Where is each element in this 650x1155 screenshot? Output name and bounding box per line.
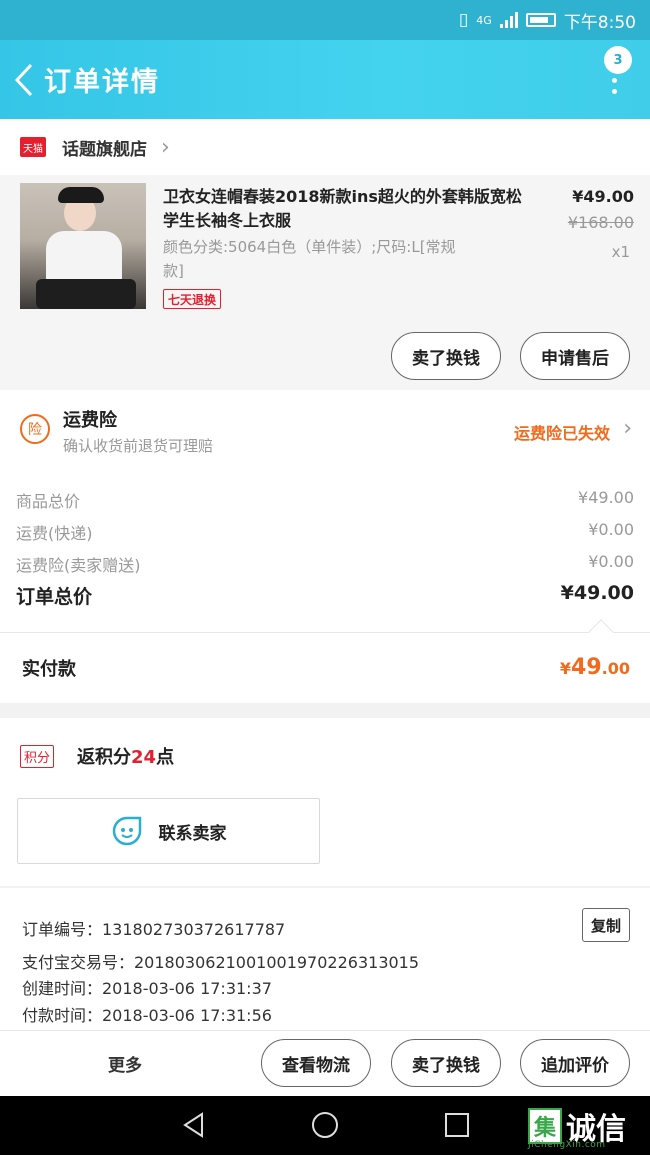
product-quantity: x1 [611, 243, 630, 261]
shop-row[interactable]: 天猫 话题旗舰店 › [0, 119, 650, 175]
notification-badge: 3 [604, 46, 632, 74]
order-number: 订单编号：131802730372617787 [22, 920, 286, 939]
after-sale-button[interactable]: 申请售后 [520, 332, 630, 380]
points-text: 返积分24点 [77, 747, 175, 768]
return-policy-badge: 七天退换 [163, 289, 222, 309]
order-info: 订单编号：131802730372617787 支付宝交易号：201803062… [0, 888, 650, 1030]
contact-seller-label: 联系卖家 [158, 823, 227, 844]
shipping-insurance-row[interactable]: 险 运费险 确认收货前退货可理赔 运费险已失效 › [0, 390, 650, 470]
chevron-right-icon: › [623, 416, 632, 441]
summary-row: 运费(快递) ¥0.00 [16, 520, 634, 543]
alipay-transaction-number: 支付宝交易号：2018030621001001970226313015 [22, 953, 420, 972]
more-dots-icon [612, 78, 618, 100]
more-menu-button[interactable]: 3 [602, 46, 632, 106]
insurance-title: 运费险 [63, 410, 117, 431]
view-logistics-button[interactable]: 查看物流 [261, 1039, 371, 1087]
order-total-row: 订单总价 ¥49.00 [16, 582, 634, 608]
page-title: 订单详情 [44, 67, 160, 98]
bottom-action-bar: 更多 查看物流 卖了换钱 追加评价 [0, 1030, 650, 1096]
paid-amount-row: 实付款 ¥49.00 [0, 619, 650, 703]
watermark-logo: 集 诚信 JiChengXin.com [528, 1102, 646, 1150]
add-review-button[interactable]: 追加评价 [520, 1039, 630, 1087]
created-time: 创建时间：2018-03-06 17:31:37 [22, 979, 272, 998]
chevron-left-icon [14, 63, 33, 96]
product-title: 卫衣女连帽春装2018新款ins超火的外套韩版宽松学生长袖冬上衣服 [163, 187, 522, 230]
home-circle-icon[interactable] [311, 1111, 339, 1139]
sell-exchange-button[interactable]: 卖了换钱 [391, 1039, 501, 1087]
more-button[interactable]: 更多 [108, 1051, 142, 1076]
chat-face-icon [112, 816, 141, 846]
price-summary: 商品总价 ¥49.00 运费(快递) ¥0.00 运费险(卖家赠送) ¥0.00… [0, 470, 650, 632]
product-spec: 颜色分类:5064白色（单件装）;尺码:L[常规款] [163, 238, 456, 280]
paid-amount: ¥49.00 [559, 655, 630, 680]
product-price: ¥49.00 [572, 187, 634, 206]
chevron-right-icon: › [161, 134, 170, 160]
header-bar: 订单详情 3 [0, 40, 650, 119]
recents-square-icon[interactable] [443, 1111, 471, 1139]
status-bar: ▯ 4G 下午8:50 [0, 0, 650, 40]
copy-button[interactable]: 复制 [582, 908, 630, 942]
vibrate-icon: ▯ [458, 10, 469, 30]
payment-time: 付款时间：2018-03-06 17:31:56 [22, 1006, 272, 1025]
product-card[interactable]: 卫衣女连帽春装2018新款ins超火的外套韩版宽松学生长袖冬上衣服 颜色分类:5… [0, 175, 650, 390]
insurance-subtitle: 确认收货前退货可理赔 [63, 437, 214, 455]
summary-row: 运费险(卖家赠送) ¥0.00 [16, 552, 634, 575]
network-type: 4G [476, 13, 492, 27]
signal-icon [499, 12, 518, 28]
points-badge: 积分 [20, 745, 55, 768]
product-image[interactable] [20, 183, 146, 309]
contact-seller-button[interactable]: 联系卖家 [17, 798, 320, 864]
watermark-mark: 集 [528, 1108, 562, 1144]
clock: 下午8:50 [563, 12, 636, 33]
points-section: 积分 返积分24点 联系卖家 [0, 718, 650, 886]
tmall-logo-icon: 天猫 [20, 137, 46, 157]
back-triangle-icon[interactable] [180, 1111, 208, 1139]
insurance-icon: 险 [20, 414, 50, 444]
insurance-status: 运费险已失效 [513, 424, 610, 443]
product-original-price: ¥168.00 [567, 213, 634, 232]
paid-label: 实付款 [22, 659, 76, 680]
battery-icon [525, 13, 556, 27]
back-button[interactable] [4, 40, 44, 119]
shop-name: 话题旗舰店 [62, 139, 147, 160]
sell-exchange-button[interactable]: 卖了换钱 [391, 332, 501, 380]
watermark-url: JiChengXin.com [528, 1140, 606, 1150]
summary-row: 商品总价 ¥49.00 [16, 488, 634, 511]
